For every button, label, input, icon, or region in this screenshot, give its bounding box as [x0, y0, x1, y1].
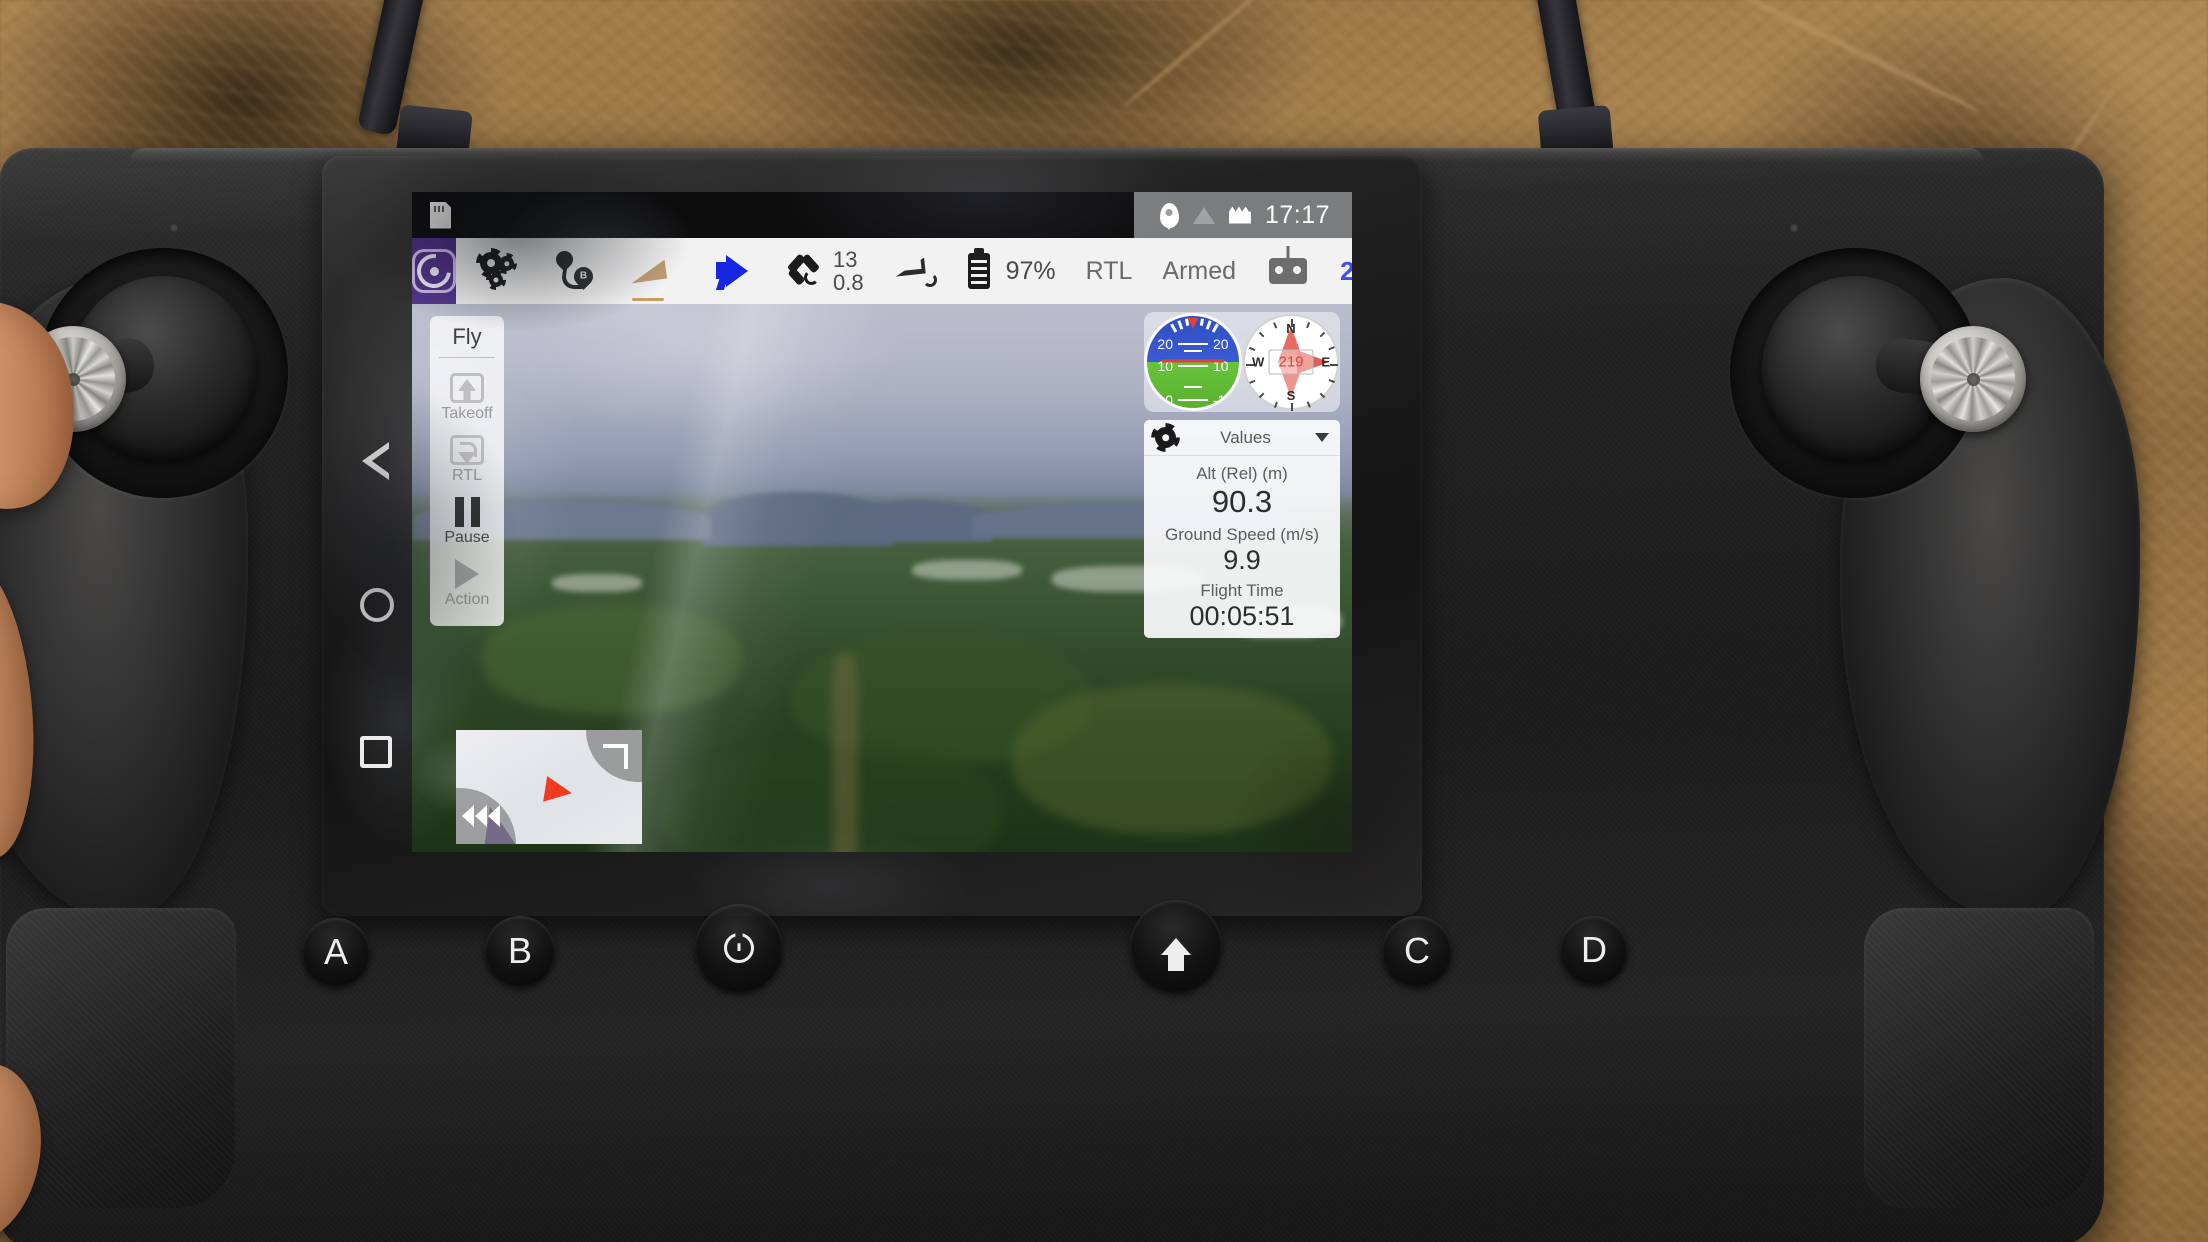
- vehicle-heading-arrow: [543, 775, 575, 806]
- toolbar-messages-button[interactable]: [714, 238, 758, 304]
- toolbar-rc-indicator[interactable]: [1266, 238, 1310, 304]
- battery-icon: [967, 253, 990, 289]
- android-recents-icon[interactable]: [360, 736, 392, 768]
- fly-panel-title: Fly: [452, 324, 482, 349]
- return-to-launch-icon: [450, 435, 484, 465]
- pause-icon: [453, 497, 481, 527]
- power-button[interactable]: [695, 904, 783, 992]
- fly-action-pause[interactable]: Pause: [430, 490, 504, 552]
- fly-action-label: Action: [444, 591, 490, 608]
- toolbar-gps-indicator[interactable]: 13 0.8: [786, 238, 864, 304]
- takeoff-icon: [450, 373, 484, 403]
- screw: [1790, 224, 1798, 232]
- values-panel-header: Values: [1144, 420, 1340, 456]
- compass-label-east: E: [1321, 354, 1330, 370]
- button-d-label: D: [1581, 929, 1607, 970]
- screw: [170, 224, 178, 232]
- sd-card-icon: [430, 201, 451, 229]
- fly-action-takeoff[interactable]: Takeoff: [430, 366, 504, 428]
- attitude-roll-pointer: [1188, 318, 1198, 329]
- pitch-label: -10: [1213, 392, 1234, 408]
- fly-action-label: RTL: [452, 467, 482, 484]
- button-d[interactable]: D: [1560, 916, 1628, 984]
- telemetry-signal-icon: [893, 255, 937, 287]
- button-b[interactable]: B: [485, 916, 555, 986]
- compass-heading-value: 219: [1268, 349, 1314, 375]
- value-label: Distance to Home (m): [1144, 636, 1340, 638]
- values-panel-title: Values: [1220, 427, 1271, 447]
- joystick-right-stick[interactable]: [1920, 326, 2026, 432]
- toolbar-fly-button[interactable]: [626, 238, 670, 304]
- fly-action-rtl[interactable]: RTL: [430, 428, 504, 490]
- rc-controller-icon: [1269, 258, 1308, 284]
- fly-action-label: Pause: [444, 529, 490, 546]
- grip-pad-left: [6, 908, 236, 1208]
- fly-panel-divider: [439, 357, 495, 358]
- location-pin-icon: [1159, 202, 1179, 228]
- toolbar-plan-button[interactable]: [552, 238, 597, 304]
- megaphone-icon: [715, 255, 756, 290]
- button-c-label: C: [1404, 930, 1430, 971]
- plan-waypoints-icon: [552, 247, 597, 291]
- button-a-label: A: [323, 931, 348, 972]
- value-reading: 9.9: [1223, 545, 1261, 576]
- mini-map[interactable]: [456, 730, 642, 844]
- fly-paper-plane-icon: [628, 259, 668, 283]
- compass-label-south: S: [1286, 388, 1296, 403]
- android-back-icon-cutout: [372, 448, 390, 474]
- chevron-down-icon[interactable]: [1315, 433, 1329, 442]
- gps-satellite-count: 13: [833, 246, 858, 272]
- link-rate-label: 2347kbps: [1340, 255, 1352, 286]
- value-reading: 90.3: [1211, 484, 1273, 520]
- pitch-label: -10: [1152, 392, 1173, 408]
- flight-mode-label[interactable]: RTL: [1086, 257, 1133, 286]
- armed-state-label[interactable]: Armed: [1162, 257, 1236, 286]
- button-b-label: B: [507, 930, 532, 971]
- gps-hdop-value: 0.8: [833, 270, 864, 295]
- flight-view[interactable]: Fly Takeoff RTL Pause Action 20 20 10 10…: [412, 304, 1352, 852]
- home-button[interactable]: [1130, 900, 1222, 992]
- android-home-icon[interactable]: [360, 588, 394, 622]
- instrument-cluster[interactable]: 20 20 10 10 -10 -10 N E S W 219: [1144, 312, 1340, 412]
- battery-percent-label: 97%: [1005, 256, 1056, 285]
- value-reading: 00:05:51: [1189, 601, 1295, 632]
- fly-action-label: Takeoff: [441, 405, 493, 422]
- telemetry-values-panel[interactable]: Values Alt (Rel) (m) 90.3 Ground Speed (…: [1144, 420, 1340, 638]
- qgroundcontrol-logo-icon[interactable]: [412, 238, 456, 304]
- compass-label-west: W: [1252, 354, 1265, 370]
- wifi-off-icon: [1192, 206, 1215, 224]
- grip-pad-right: [1864, 908, 2094, 1208]
- value-label: Ground Speed (m/s): [1164, 524, 1319, 544]
- fly-action-action[interactable]: Action: [430, 552, 504, 614]
- battery-icon: [1228, 206, 1251, 224]
- fly-actions-panel: Fly Takeoff RTL Pause Action: [430, 316, 504, 626]
- power-icon: [724, 933, 754, 963]
- gears-icon: [480, 252, 520, 290]
- attitude-wings-marker: [1162, 359, 1224, 363]
- android-status-bar: 17:17: [412, 192, 1352, 238]
- satellite-icon: [786, 252, 828, 290]
- screen-bezel: 17:17 B 13 0.8 97% RTL Armed 2 Fly Takeo…: [322, 156, 1422, 916]
- compass-label-north: N: [1286, 321, 1296, 336]
- compass-indicator[interactable]: N E S W 219: [1245, 316, 1338, 411]
- ground-control-station-body: 17:17 B 13 0.8 97% RTL Armed 2 Fly Takeo…: [0, 148, 2140, 1242]
- action-play-icon: [455, 559, 479, 589]
- toolbar-telemetry-indicator[interactable]: [893, 238, 938, 304]
- qgc-toolbar: 13 0.8 97% RTL Armed: [412, 238, 1352, 304]
- button-a[interactable]: A: [302, 918, 370, 986]
- gear-icon[interactable]: [1155, 427, 1176, 448]
- attitude-indicator[interactable]: 20 20 10 10 -10 -10: [1147, 316, 1239, 408]
- home-icon: [1161, 937, 1191, 971]
- toolbar-settings-button[interactable]: [478, 238, 522, 304]
- toolbar-battery-indicator[interactable]: 97%: [967, 238, 1056, 304]
- status-bar-clock: 17:17: [1264, 200, 1330, 229]
- button-c[interactable]: C: [1382, 916, 1452, 986]
- touchscreen-display[interactable]: 17:17 B 13 0.8 97% RTL Armed 2 Fly Takeo…: [412, 192, 1352, 852]
- value-label: Flight Time: [1200, 580, 1284, 600]
- value-label: Alt (Rel) (m): [1196, 464, 1288, 483]
